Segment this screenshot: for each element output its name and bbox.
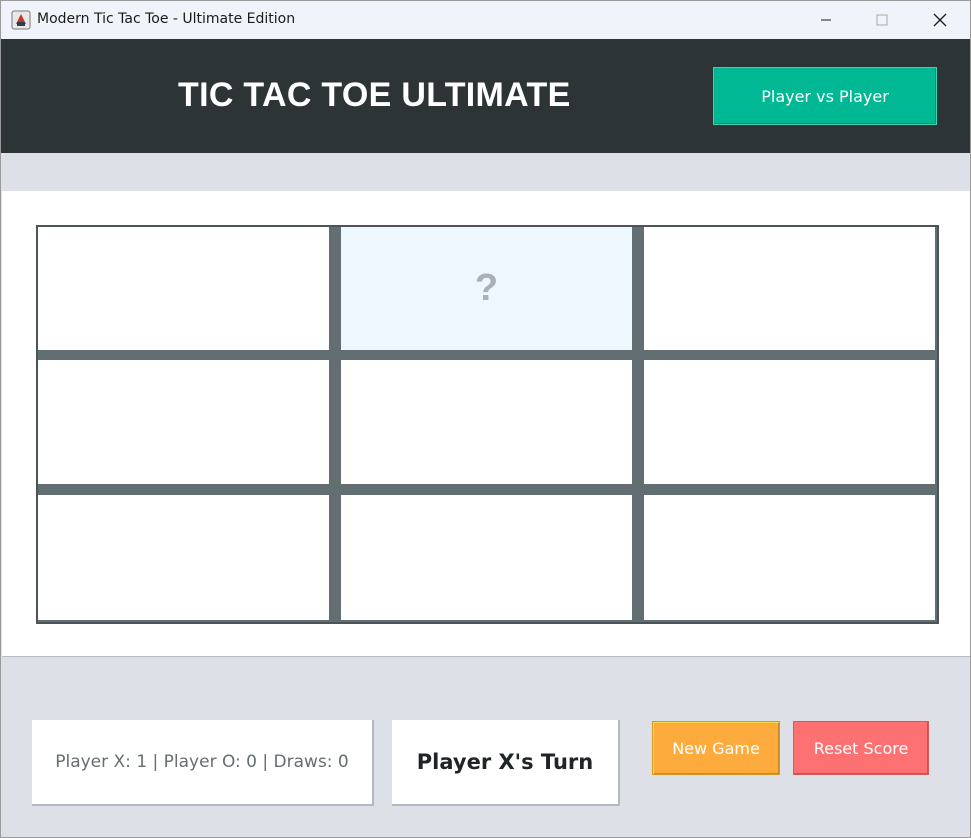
board-cell-7[interactable]: [38, 495, 329, 620]
board-cell-9[interactable]: [644, 495, 935, 620]
board-cell-8[interactable]: [341, 495, 632, 620]
maximize-icon: [876, 14, 888, 26]
game-title: TIC TAC TOE ULTIMATE: [178, 76, 571, 114]
close-icon: [933, 13, 947, 27]
title-bar[interactable]: Modern Tic Tac Toe - Ultimate Edition: [1, 1, 970, 39]
board-cell-4[interactable]: [38, 360, 329, 484]
minimize-icon: [821, 19, 831, 21]
game-board: ?: [36, 225, 939, 624]
board-cell-1[interactable]: [38, 227, 329, 350]
window-title: Modern Tic Tac Toe - Ultimate Edition: [37, 11, 296, 27]
java-app-icon: [11, 10, 31, 30]
minimize-button[interactable]: [797, 1, 855, 39]
close-button[interactable]: [911, 1, 969, 39]
game-mode-button[interactable]: Player vs Player: [713, 67, 937, 125]
board-cell-3[interactable]: [644, 227, 935, 350]
new-game-button[interactable]: New Game: [652, 721, 780, 775]
board-cell-6[interactable]: [644, 360, 935, 484]
reset-score-button[interactable]: Reset Score: [793, 721, 929, 775]
maximize-button[interactable]: [853, 1, 911, 39]
app-window: Modern Tic Tac Toe - Ultimate Edition TI…: [0, 0, 971, 838]
scoreboard: Player X: 1 | Player O: 0 | Draws: 0: [32, 720, 374, 806]
board-cell-2[interactable]: ?: [341, 227, 632, 350]
board-cell-5[interactable]: [341, 360, 632, 484]
board-panel: ?: [2, 191, 970, 657]
turn-indicator: Player X's Turn: [392, 720, 620, 806]
